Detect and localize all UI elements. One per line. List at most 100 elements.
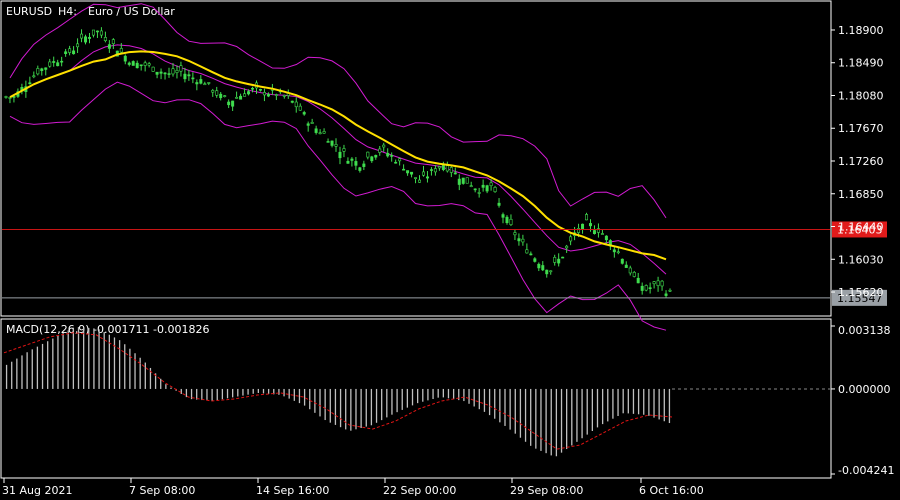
- candle-body: [48, 61, 52, 67]
- candle-body: [557, 258, 561, 264]
- time-axis: 31 Aug 2021 7 Sep 08:00 14 Sep 16:00 22 Sep…: [2, 478, 704, 497]
- candle-body: [549, 270, 553, 273]
- time-label: 22 Sep 00:00: [383, 484, 456, 497]
- candle-body: [262, 92, 266, 96]
- candle-body: [652, 281, 656, 285]
- candle-body: [135, 62, 139, 69]
- candle-body: [612, 249, 616, 253]
- candle-body: [171, 68, 175, 75]
- candle-body: [167, 73, 171, 75]
- candle-body: [251, 87, 255, 90]
- candle-body: [481, 184, 485, 188]
- time-label: 14 Sep 16:00: [256, 484, 329, 497]
- candle-body: [84, 36, 88, 43]
- candle-body: [604, 235, 608, 241]
- candle-body: [12, 96, 16, 98]
- candle-body: [569, 236, 573, 242]
- candle-body: [418, 179, 422, 183]
- candle-body: [191, 77, 195, 80]
- candle-body: [175, 70, 179, 73]
- candle-body: [322, 131, 326, 134]
- candle-body: [151, 66, 155, 72]
- candle-body: [553, 257, 557, 263]
- candle-body: [103, 37, 107, 41]
- candle-body: [187, 74, 191, 77]
- candle-body: [123, 55, 127, 62]
- candle-body: [394, 161, 398, 164]
- candle-body: [366, 151, 370, 158]
- price-tick-label: 1.15620: [838, 286, 884, 299]
- candle-body: [203, 83, 207, 86]
- candle-body: [469, 185, 473, 187]
- candle-body: [473, 188, 477, 191]
- candle-body: [64, 51, 68, 54]
- candle-body: [310, 122, 314, 124]
- candle-body: [227, 101, 231, 106]
- candle-body: [36, 68, 40, 75]
- candle-body: [433, 168, 437, 173]
- candle-body: [28, 82, 32, 85]
- candle-body: [437, 166, 441, 169]
- candle-body: [445, 165, 449, 172]
- candle-body: [362, 163, 366, 167]
- candle-body: [239, 95, 243, 100]
- candle-body: [620, 258, 624, 264]
- candle-body: [648, 287, 652, 289]
- candle-body: [326, 141, 330, 143]
- candle-body: [334, 144, 338, 147]
- candle-body: [429, 169, 433, 171]
- candle-body: [111, 39, 115, 45]
- candle-body: [533, 258, 537, 262]
- candle-body: [509, 218, 513, 225]
- candle-body: [406, 170, 410, 174]
- candle-body: [541, 265, 545, 271]
- candle-body: [155, 71, 159, 75]
- candle-body: [529, 253, 533, 256]
- candle-body: [378, 148, 382, 153]
- candle-body: [131, 61, 135, 66]
- candle-body: [266, 94, 270, 97]
- candle-body: [219, 93, 223, 99]
- candle-body: [453, 172, 457, 175]
- candle-body: [477, 192, 481, 194]
- candle-body: [107, 44, 111, 49]
- candle-body: [346, 160, 350, 164]
- macd-tick-label: -0.004241: [838, 464, 894, 477]
- candle-body: [52, 61, 56, 63]
- candle-body: [390, 155, 394, 157]
- candle-body: [354, 161, 358, 166]
- candle-body: [298, 105, 302, 111]
- candle-body: [493, 187, 497, 193]
- candle-body: [485, 185, 489, 192]
- candle-body: [386, 152, 390, 157]
- candle-body: [632, 272, 636, 277]
- candle-body: [147, 63, 151, 66]
- macd-panel[interactable]: [0, 318, 832, 479]
- time-label: 31 Aug 2021: [2, 484, 72, 497]
- candle-body: [68, 48, 72, 53]
- candle-body: [525, 249, 529, 254]
- candle-body: [183, 73, 187, 80]
- candle-body: [32, 75, 36, 78]
- candle-body: [505, 216, 509, 224]
- trading-chart[interactable]: EURUSD H4: Euro / US Dollar MACD(12,26,9…: [0, 0, 900, 500]
- candle-body: [600, 233, 604, 235]
- macd-title: MACD(12,26,9) -0.001711 -0.001826: [6, 323, 209, 336]
- candle-body: [44, 67, 48, 70]
- candle-body: [497, 202, 501, 206]
- candle-body: [513, 232, 517, 236]
- candle-body: [243, 93, 247, 97]
- candle-body: [537, 263, 541, 269]
- candle-body: [231, 100, 235, 107]
- candle-body: [350, 158, 354, 161]
- candle-body: [80, 33, 84, 39]
- price-tick-label: 1.18490: [838, 57, 884, 70]
- price-tick-label: 1.17260: [838, 155, 884, 168]
- candle-body: [636, 277, 640, 284]
- candle-body: [294, 101, 298, 108]
- candle-body: [441, 164, 445, 170]
- candle-body: [306, 123, 310, 126]
- candle-body: [565, 245, 569, 249]
- candle-body: [342, 148, 346, 152]
- candle-body: [449, 167, 453, 173]
